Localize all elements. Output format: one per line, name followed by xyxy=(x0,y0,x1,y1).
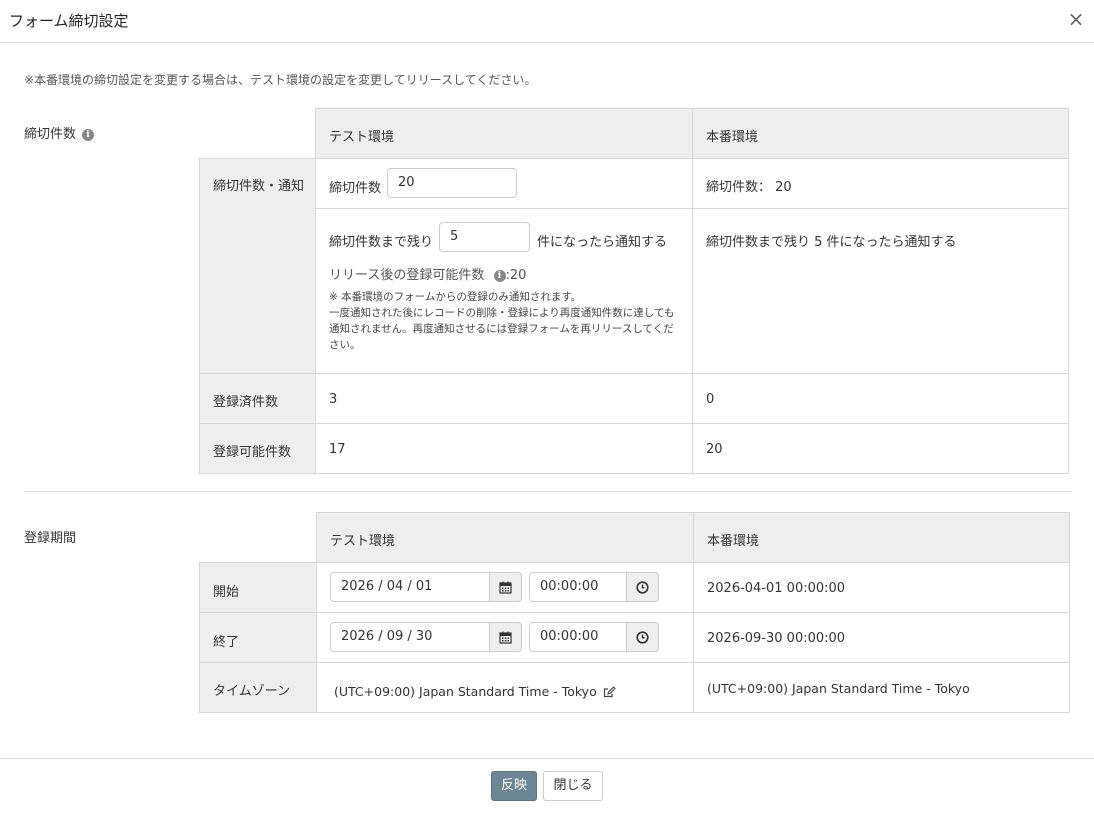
prod-notify-cell: 締切件数まで残り 5 件になったら通知する xyxy=(692,208,1069,374)
calendar-icon[interactable] xyxy=(489,572,522,602)
notify-note: ※ 本番環境のフォームからの登録のみ通知されます。 一度通知された後にレコードの… xyxy=(329,291,675,351)
row-available: 登録可能件数 xyxy=(199,423,316,474)
registered-test: 3 xyxy=(315,373,693,424)
test-notify-cell: 締切件数まで残り 5 件になったら通知する リリース後の登録可能件数 i:20 … xyxy=(315,208,693,374)
calendar-icon[interactable] xyxy=(489,622,522,652)
limit-col-prod: 本番環境 xyxy=(692,108,1069,159)
row-end: 終了 xyxy=(199,612,317,663)
clock-icon[interactable] xyxy=(626,572,659,602)
info-icon[interactable]: i xyxy=(82,129,95,141)
end-test-cell: 2026 / 09 / 30 00:00:00 xyxy=(316,612,694,663)
limit-col-test: テスト環境 xyxy=(315,108,693,159)
end-time-input[interactable]: 00:00:00 xyxy=(529,622,659,652)
prod-limit-cell: 締切件数： 20 xyxy=(692,158,1069,209)
period-col-test: テスト環境 xyxy=(316,512,694,563)
tz-test-text: (UTC+09:00) Japan Standard Time - Tokyo xyxy=(334,684,597,699)
start-prod-cell: 2026-04-01 00:00:00 xyxy=(693,562,1070,613)
notice-text: ※本番環境の締切設定を変更する場合は、テスト環境の設定を変更してリリースしてくだ… xyxy=(24,73,537,87)
start-test-cell: 2026 / 04 / 01 00:00:00 xyxy=(316,562,694,613)
period-col-prod: 本番環境 xyxy=(693,512,1070,563)
limit-label: 締切件数 xyxy=(329,181,382,196)
end-prod-cell: 2026-09-30 00:00:00 xyxy=(693,612,1070,663)
prod-limit-value: 20 xyxy=(775,180,792,195)
registered-prod: 0 xyxy=(692,373,1069,424)
limit-section-title: 締切件数 xyxy=(24,127,77,142)
tz-test-cell: (UTC+09:00) Japan Standard Time - Tokyo xyxy=(316,662,694,713)
remain-input[interactable]: 5 xyxy=(439,222,530,252)
available-prod: 20 xyxy=(692,423,1069,474)
start-time-input[interactable]: 00:00:00 xyxy=(529,572,659,602)
tz-prod-cell: (UTC+09:00) Japan Standard Time - Tokyo xyxy=(693,662,1070,713)
test-limit-cell: 締切件数 20 xyxy=(315,158,693,209)
close-button[interactable]: 閉じる xyxy=(543,771,603,801)
period-section-label: 登録期間 xyxy=(24,531,77,546)
remain-suffix: 件になったら通知する xyxy=(537,235,668,250)
dialog-title: フォーム締切設定 xyxy=(9,12,129,30)
apply-button[interactable]: 反映 xyxy=(491,771,537,801)
dialog-footer-divider xyxy=(0,758,1094,759)
row-limit-notify: 締切件数・通知 xyxy=(199,158,316,374)
after-release-value: 20 xyxy=(509,268,527,283)
row-start: 開始 xyxy=(199,562,317,613)
available-test: 17 xyxy=(315,423,693,474)
limit-input[interactable]: 20 xyxy=(387,168,517,198)
after-release-row: リリース後の登録可能件数 i:20 xyxy=(329,268,527,283)
remain-prefix: 締切件数まで残り xyxy=(329,235,434,250)
end-date-input[interactable]: 2026 / 09 / 30 xyxy=(330,622,522,652)
info-icon[interactable]: i xyxy=(493,270,506,282)
edit-icon[interactable] xyxy=(603,686,616,701)
section-divider xyxy=(24,491,1072,492)
close-icon[interactable]: × xyxy=(1066,8,1086,30)
start-date-input[interactable]: 2026 / 04 / 01 xyxy=(330,572,522,602)
row-registered: 登録済件数 xyxy=(199,373,316,424)
dialog-header: フォーム締切設定 × xyxy=(0,0,1094,43)
row-timezone: タイムゾーン xyxy=(199,662,317,713)
clock-icon[interactable] xyxy=(626,622,659,652)
limit-section-label: 締切件数 i xyxy=(24,123,95,142)
